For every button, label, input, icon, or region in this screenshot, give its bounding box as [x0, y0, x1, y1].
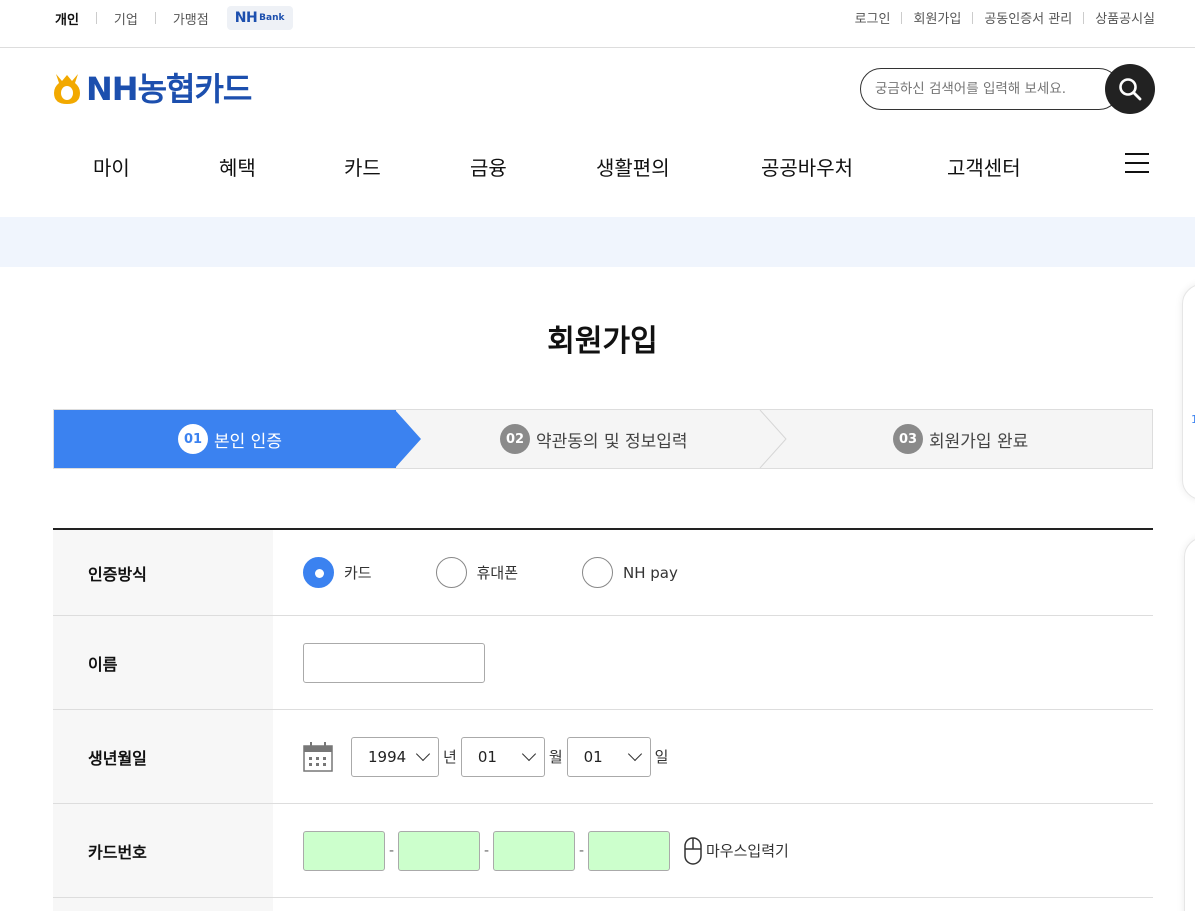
mouse-icon	[684, 836, 702, 865]
card-number-label: 카드번호	[53, 804, 273, 897]
step-2: 02 약관동의 및 정보입력	[500, 410, 688, 468]
year-unit: 년	[443, 748, 457, 766]
search-icon	[1119, 78, 1142, 101]
quick-menu-panel[interactable]: 1	[1182, 284, 1195, 500]
form-row-auth-method: 인증방식 카드 휴대폰 NH pay	[53, 530, 1153, 616]
calendar-icon[interactable]	[303, 741, 333, 772]
birth-day-select[interactable]: 01	[566, 736, 651, 777]
birthdate-label: 생년월일	[53, 710, 273, 803]
mouse-keypad-label: 마우스입력기	[706, 842, 789, 860]
sub-banner-band	[0, 217, 1195, 267]
product-disclosure-link[interactable]: 상품공시실	[1095, 8, 1155, 27]
segment-tab-personal[interactable]: 개인	[55, 9, 79, 28]
radio-selected-icon	[303, 557, 334, 588]
nav-item-benefits[interactable]: 혜택	[219, 152, 256, 181]
radio-phone[interactable]: 휴대폰	[435, 557, 519, 588]
search-input[interactable]	[875, 78, 1103, 100]
step-label: 약관동의 및 정보입력	[536, 431, 688, 452]
nh-emblem-icon	[54, 74, 80, 104]
card-dash: -	[483, 842, 490, 859]
radio-card[interactable]: 카드	[303, 557, 372, 588]
divider	[1083, 11, 1085, 24]
form-row-name: 이름	[53, 616, 1153, 710]
segment-tab-business[interactable]: 기업	[114, 9, 138, 28]
signup-link[interactable]: 회원가입	[913, 8, 961, 27]
nh-bank-link[interactable]: NH Bank	[226, 6, 293, 30]
main-navigation: 마이 혜택 카드 금융 생활편의 공공바우처 고객센터	[0, 152, 1195, 182]
select-value: 1994	[368, 747, 407, 766]
nav-item-customer-center[interactable]: 고객센터	[947, 152, 1021, 181]
birth-year-select[interactable]: 1994	[351, 736, 439, 777]
quick-menu-mark: 1	[1191, 413, 1195, 426]
radio-label: NH pay	[623, 563, 678, 582]
divider	[972, 11, 974, 24]
card-number-field-4[interactable]	[588, 830, 670, 871]
step-number: 02	[500, 424, 530, 454]
radio-nh-pay[interactable]: NH pay	[582, 557, 678, 588]
search-box	[860, 68, 1120, 110]
next-row-label	[53, 898, 273, 911]
logo-text: NH농협카드	[86, 70, 252, 108]
month-unit: 월	[548, 748, 563, 766]
chevron-down-icon	[415, 746, 431, 762]
nav-item-public-voucher[interactable]: 공공바우처	[761, 152, 853, 181]
radio-unselected-icon	[582, 557, 614, 588]
login-link[interactable]: 로그인	[855, 8, 891, 27]
menu-icon[interactable]	[1125, 153, 1149, 175]
auth-method-label: 인증방식	[53, 530, 273, 615]
page-title: 회원가입	[547, 324, 658, 359]
form-row-next	[53, 898, 1153, 911]
divider	[95, 12, 97, 24]
radio-unselected-icon	[435, 557, 467, 588]
select-value: 01	[583, 747, 603, 766]
nav-item-finance[interactable]: 금융	[470, 152, 507, 181]
certificate-manage-link[interactable]: 공동인증서 관리	[984, 8, 1072, 27]
card-number-field-2[interactable]	[398, 830, 480, 871]
chevron-down-icon	[627, 746, 642, 762]
top-utility-bar: 개인 기업 가맹점 NH Bank 로그인 회원가입 공동인증서 관리 상품공시실	[0, 0, 1195, 48]
side-panel[interactable]	[1184, 537, 1195, 911]
step-number: 01	[178, 424, 208, 454]
card-dash: -	[578, 842, 585, 859]
signup-steps: 01 본인 인증 02 약관동의 및 정보입력 03 회원가입 완료	[53, 409, 1153, 469]
name-label: 이름	[53, 616, 273, 709]
step-arrow	[395, 410, 421, 468]
select-value: 01	[477, 747, 497, 766]
nh-card-logo[interactable]: NH농협카드	[53, 70, 252, 108]
nh-bank-logo-nh: NH	[234, 10, 258, 26]
nh-bank-logo-bank: Bank	[259, 13, 285, 23]
customer-segment-tabs: 개인 기업 가맹점 NH Bank	[55, 6, 293, 30]
search-button[interactable]	[1105, 64, 1155, 114]
step-1: 01 본인 인증	[178, 410, 282, 468]
birth-month-select[interactable]: 01	[460, 736, 545, 777]
card-number-field-1[interactable]	[303, 830, 385, 871]
card-dash: -	[388, 842, 395, 859]
step-label: 회원가입 완료	[929, 431, 1029, 452]
utility-links: 로그인 회원가입 공동인증서 관리 상품공시실	[855, 8, 1155, 27]
nav-item-my[interactable]: 마이	[93, 152, 130, 181]
mouse-keypad-button[interactable]: 마우스입력기	[684, 836, 789, 865]
name-field[interactable]	[303, 642, 485, 683]
step-number: 03	[893, 424, 923, 454]
segment-tab-merchant[interactable]: 가맹점	[173, 9, 209, 28]
form-row-card-number: 카드번호 - - - 마우스입력기	[53, 804, 1153, 898]
divider	[901, 11, 903, 24]
step-label: 본인 인증	[214, 431, 282, 452]
nav-item-card[interactable]: 카드	[344, 152, 381, 181]
divider	[154, 12, 156, 24]
day-unit: 일	[654, 748, 669, 766]
card-number-field-3[interactable]	[493, 830, 575, 871]
step-chevron-icon	[759, 410, 787, 468]
radio-label: 휴대폰	[476, 564, 519, 582]
nav-item-living[interactable]: 생활편의	[596, 152, 670, 181]
identity-form: 인증방식 카드 휴대폰 NH pay 이름 생년월일 1994 년 01 월 0…	[53, 528, 1153, 911]
chevron-down-icon	[521, 746, 536, 762]
radio-label: 카드	[344, 564, 372, 582]
step-3: 03 회원가입 완료	[893, 410, 1028, 468]
form-row-birthdate: 생년월일 1994 년 01 월 01 일	[53, 710, 1153, 804]
